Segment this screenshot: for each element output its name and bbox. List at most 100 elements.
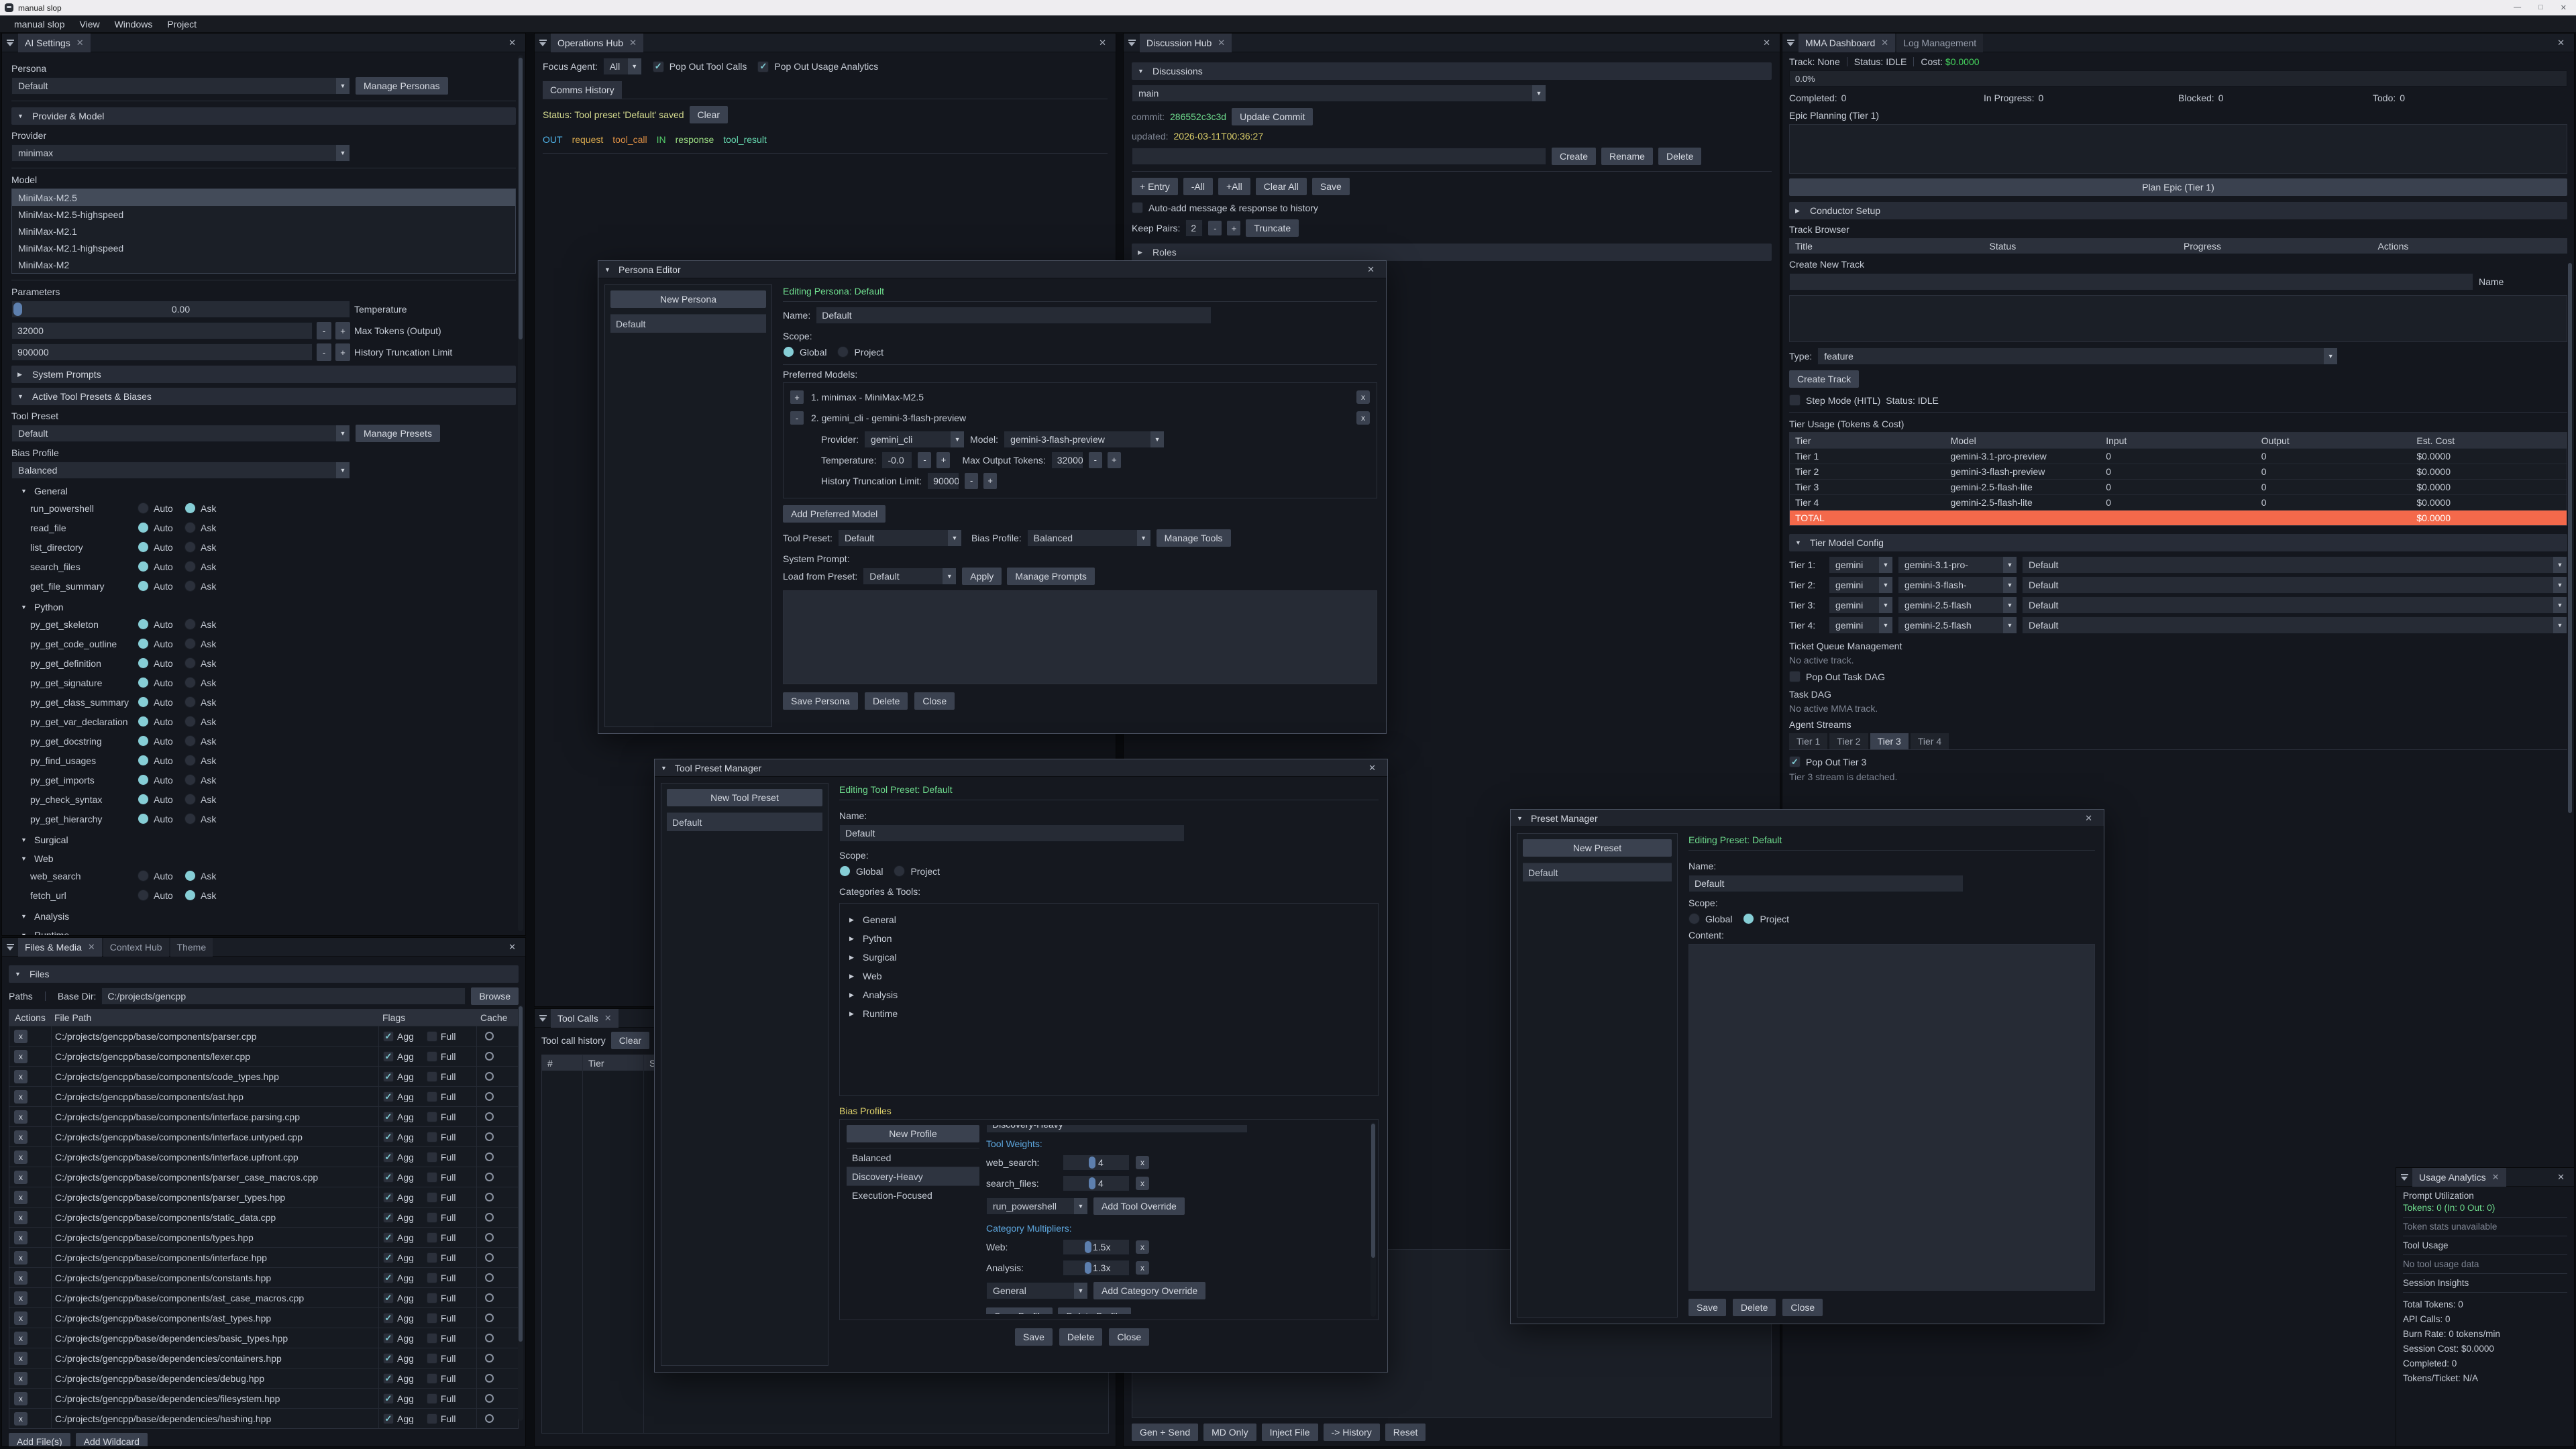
remove-override-button[interactable] <box>1136 1156 1149 1169</box>
panel-close-icon[interactable] <box>503 38 521 48</box>
manage-prompts-button[interactable]: Manage Prompts <box>1007 568 1095 585</box>
tier-preset-select[interactable]: Default <box>2022 556 2567 574</box>
stream-tab[interactable]: Tier 4 <box>1911 733 1949 749</box>
truncate-button[interactable]: Truncate <box>1246 219 1299 237</box>
tab-mma-dashboard[interactable]: MMA Dashboard✕ <box>1799 34 1895 52</box>
pop-out-task-dag-checkbox[interactable] <box>1789 671 1801 682</box>
decrement-button[interactable]: - <box>965 473 978 489</box>
add-preferred-model-button[interactable]: Add Preferred Model <box>783 505 885 523</box>
tool-group-header[interactable]: Runtime <box>11 927 516 936</box>
full-checkbox[interactable] <box>427 1031 437 1042</box>
auto-add-checkbox[interactable] <box>1132 202 1143 213</box>
message-action-button[interactable]: Gen + Send <box>1132 1424 1198 1441</box>
tab-close-icon[interactable]: ✕ <box>1881 38 1888 48</box>
agg-checkbox[interactable] <box>383 1333 394 1344</box>
full-checkbox[interactable] <box>427 1373 437 1384</box>
ask-radio[interactable] <box>184 619 196 630</box>
tab-context-hub[interactable]: Context Hub <box>103 938 169 957</box>
remove-model-button[interactable] <box>1356 411 1370 425</box>
dock-menu-icon[interactable] <box>1782 34 1799 52</box>
auto-radio[interactable] <box>138 580 149 592</box>
close-dialog-button[interactable]: Close <box>1109 1328 1149 1346</box>
tool-preset-select[interactable]: Default <box>11 425 350 442</box>
agg-checkbox[interactable] <box>383 1192 394 1203</box>
model-list-item[interactable]: MiniMax-M2 <box>12 256 515 273</box>
clear-status-button[interactable]: Clear <box>690 106 728 123</box>
ask-radio[interactable] <box>184 774 196 786</box>
remove-file-button[interactable] <box>14 1090 28 1104</box>
tier-provider-select[interactable]: gemini <box>1829 596 1893 614</box>
manage-personas-button[interactable]: Manage Personas <box>356 77 448 95</box>
menu-item[interactable]: Windows <box>107 19 160 30</box>
auto-radio[interactable] <box>138 813 149 824</box>
agg-checkbox[interactable] <box>383 1413 394 1424</box>
ask-radio[interactable] <box>184 890 196 901</box>
scrollbar-thumb[interactable] <box>519 58 523 339</box>
full-checkbox[interactable] <box>427 1273 437 1283</box>
tier-model-select[interactable]: gemini-3-flash- <box>1898 576 2017 594</box>
tab-discussion-hub[interactable]: Discussion Hub✕ <box>1140 34 1232 52</box>
load-preset-select[interactable]: Default <box>863 568 957 585</box>
persona-select[interactable]: Default <box>11 77 350 95</box>
scrollbar-thumb[interactable] <box>1371 1124 1375 1258</box>
tool-group-header[interactable]: Analysis <box>11 908 516 924</box>
dock-menu-icon[interactable] <box>535 1009 551 1028</box>
message-action-button[interactable]: MD Only <box>1203 1424 1256 1441</box>
ask-radio[interactable] <box>184 657 196 669</box>
pe-bias-select[interactable]: Balanced <box>1027 529 1151 547</box>
ask-radio[interactable] <box>184 580 196 592</box>
pop-out-tier3-checkbox[interactable] <box>1789 756 1801 767</box>
discussions-header[interactable]: Discussions <box>1132 62 1772 80</box>
remove-file-button[interactable] <box>14 1130 28 1144</box>
tier-preset-select[interactable]: Default <box>2022 576 2567 594</box>
move-model-button[interactable]: - <box>790 411 804 425</box>
tier-model-select[interactable]: gemini-2.5-flash <box>1898 616 2017 634</box>
temperature-slider[interactable]: 0.00 <box>11 301 350 318</box>
category-row[interactable]: Analysis <box>849 985 1368 1004</box>
scope-global-radio[interactable] <box>1688 913 1700 924</box>
full-checkbox[interactable] <box>427 1091 437 1102</box>
decrement-button[interactable]: - <box>918 452 931 468</box>
stream-tab[interactable]: Tier 2 <box>1829 733 1868 749</box>
tab-close-icon[interactable]: ✕ <box>2492 1172 2500 1183</box>
close-window-icon[interactable]: ✕ <box>2561 3 2567 12</box>
base-dir-input[interactable]: C:/projects/gencpp <box>101 987 466 1005</box>
decrement-button[interactable]: - <box>1208 221 1222 235</box>
scope-project-radio[interactable] <box>837 346 849 358</box>
scope-project-radio[interactable] <box>894 865 905 877</box>
delete-profile-button[interactable]: Delete Profile <box>1058 1307 1130 1314</box>
close-dialog-button[interactable]: Close <box>1782 1299 1823 1316</box>
category-row[interactable]: Python <box>849 929 1368 948</box>
clear-tool-calls-button[interactable]: Clear <box>611 1032 649 1049</box>
track-name-input[interactable] <box>1789 273 2473 290</box>
auto-radio[interactable] <box>138 638 149 649</box>
new-preset-button[interactable]: New Preset <box>1523 839 1672 857</box>
paths-label[interactable]: Paths <box>9 991 33 1002</box>
comms-history-tab[interactable]: Comms History <box>543 81 622 99</box>
full-checkbox[interactable] <box>427 1132 437 1142</box>
panel-close-icon[interactable] <box>503 942 521 953</box>
auto-radio[interactable] <box>138 870 149 881</box>
remove-file-button[interactable] <box>14 1030 28 1043</box>
pm-temperature-input[interactable]: -0.0 <box>881 451 912 469</box>
full-checkbox[interactable] <box>427 1232 437 1243</box>
plan-epic-button[interactable]: Plan Epic (Tier 1) <box>1789 178 2567 196</box>
delete-preset-button[interactable]: Delete <box>1733 1299 1776 1316</box>
tab-files-media[interactable]: Files & Media✕ <box>18 938 102 957</box>
pop-out-usage-checkbox[interactable] <box>757 61 769 72</box>
ask-radio[interactable] <box>184 502 196 514</box>
agg-checkbox[interactable] <box>383 1353 394 1364</box>
remove-file-button[interactable] <box>14 1110 28 1124</box>
slider-handle[interactable] <box>1089 1157 1095 1169</box>
remove-override-button[interactable] <box>1136 1177 1149 1190</box>
system-prompt-input[interactable] <box>783 590 1377 684</box>
bias-profile-select[interactable]: Balanced <box>11 462 350 479</box>
agg-checkbox[interactable] <box>383 1232 394 1243</box>
save-tool-preset-button[interactable]: Save <box>1015 1328 1053 1346</box>
model-list-item[interactable]: MiniMax-M2.5-highspeed <box>12 206 515 223</box>
auto-radio[interactable] <box>138 561 149 572</box>
browse-button[interactable]: Browse <box>471 987 519 1005</box>
scrollbar[interactable] <box>518 1005 523 1421</box>
step-mode-checkbox[interactable] <box>1789 394 1801 406</box>
increment-button[interactable]: + <box>335 322 350 339</box>
